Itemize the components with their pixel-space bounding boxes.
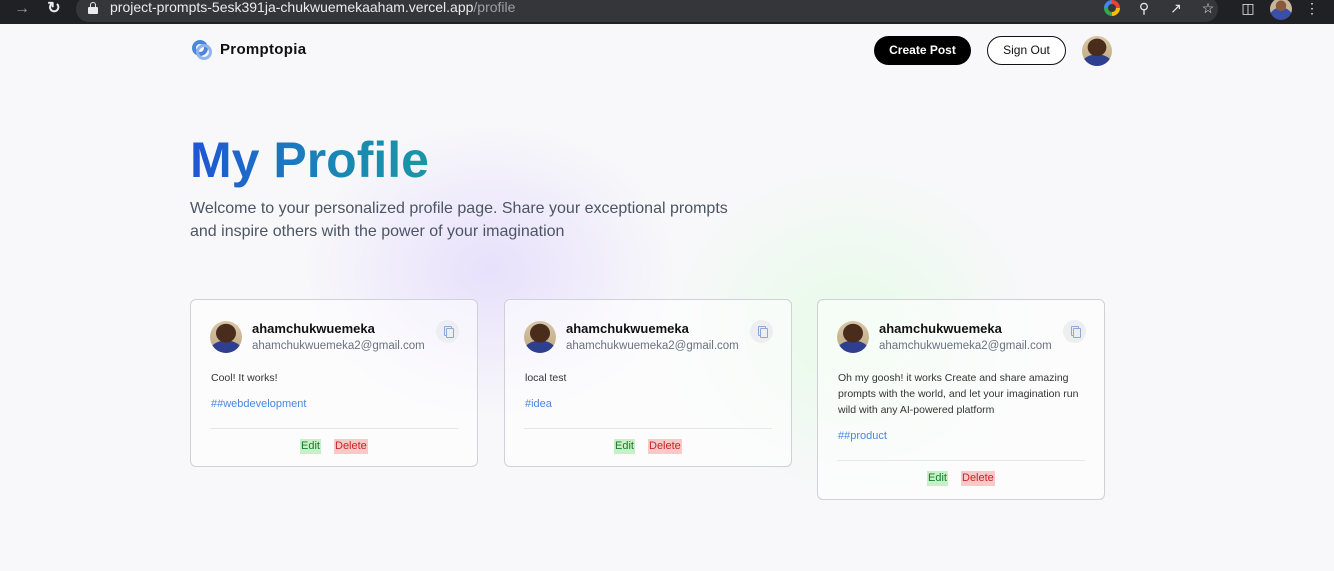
copy-icon[interactable] (436, 320, 459, 343)
prompt-card: ahamchukwuemeka ahamchukwuemeka2@gmail.c… (817, 299, 1105, 500)
username[interactable]: ahamchukwuemeka (566, 321, 689, 336)
page-title: My Profile (190, 132, 429, 188)
prompt-tag[interactable]: ##webdevelopment (211, 398, 306, 410)
prompt-card: ahamchukwuemeka ahamchukwuemeka2@gmail.c… (504, 299, 792, 467)
user-avatar[interactable] (210, 321, 242, 353)
zoom-icon[interactable]: ⚲ (1134, 0, 1154, 20)
copy-icon[interactable] (750, 320, 773, 343)
username[interactable]: ahamchukwuemeka (879, 321, 1002, 336)
prompt-text: Oh my goosh! it works Create and share a… (838, 372, 1079, 416)
url-path: /profile (473, 0, 516, 15)
page-description: Welcome to your personalized profile pag… (190, 200, 728, 240)
card-divider (837, 460, 1085, 461)
user-email: ahamchukwuemeka2@gmail.com (566, 340, 739, 352)
prompt-card: ahamchukwuemeka ahamchukwuemeka2@gmail.c… (190, 299, 478, 467)
user-avatar[interactable] (837, 321, 869, 353)
edit-button[interactable]: Edit (614, 439, 635, 454)
edit-button[interactable]: Edit (300, 439, 321, 454)
promptopia-logo-icon[interactable] (190, 38, 212, 60)
lock-icon[interactable] (88, 2, 98, 14)
prompt-tag[interactable]: ##product (838, 430, 887, 442)
brand-name[interactable]: Promptopia (220, 41, 306, 58)
create-post-button[interactable]: Create Post (874, 36, 971, 65)
forward-arrow-icon[interactable]: → (12, 0, 32, 20)
browser-menu-icon[interactable]: ⋮ (1302, 0, 1322, 20)
side-panel-icon[interactable]: ◫ (1238, 0, 1258, 20)
copy-icon[interactable] (1063, 320, 1086, 343)
delete-button[interactable]: Delete (961, 471, 995, 486)
google-icon[interactable] (1104, 0, 1120, 16)
card-divider (210, 428, 458, 429)
prompt-text: local test (525, 372, 567, 384)
card-divider (524, 428, 772, 429)
profile-avatar[interactable] (1082, 36, 1112, 66)
browser-profile-avatar[interactable] (1270, 0, 1292, 20)
edit-button[interactable]: Edit (927, 471, 948, 486)
sign-out-button[interactable]: Sign Out (987, 36, 1066, 65)
url-text[interactable]: project-prompts-5esk391ja-chukwuemekaaha… (110, 0, 515, 15)
user-avatar[interactable] (524, 321, 556, 353)
delete-button[interactable]: Delete (334, 439, 368, 454)
reload-icon[interactable]: ↻ (44, 0, 64, 20)
browser-toolbar: → ↻ project-prompts-5esk391ja-chukwuemek… (0, 0, 1334, 24)
user-email: ahamchukwuemeka2@gmail.com (252, 340, 425, 352)
bookmark-star-icon[interactable]: ☆ (1198, 0, 1218, 20)
username[interactable]: ahamchukwuemeka (252, 321, 375, 336)
share-icon[interactable]: ↗ (1166, 0, 1186, 20)
address-bar[interactable]: project-prompts-5esk391ja-chukwuemekaaha… (76, 0, 1218, 22)
prompt-tag[interactable]: #idea (525, 398, 552, 410)
delete-button[interactable]: Delete (648, 439, 682, 454)
user-email: ahamchukwuemeka2@gmail.com (879, 340, 1052, 352)
url-host: project-prompts-5esk391ja-chukwuemekaaha… (110, 0, 474, 15)
prompt-text: Cool! It works! (211, 372, 278, 384)
